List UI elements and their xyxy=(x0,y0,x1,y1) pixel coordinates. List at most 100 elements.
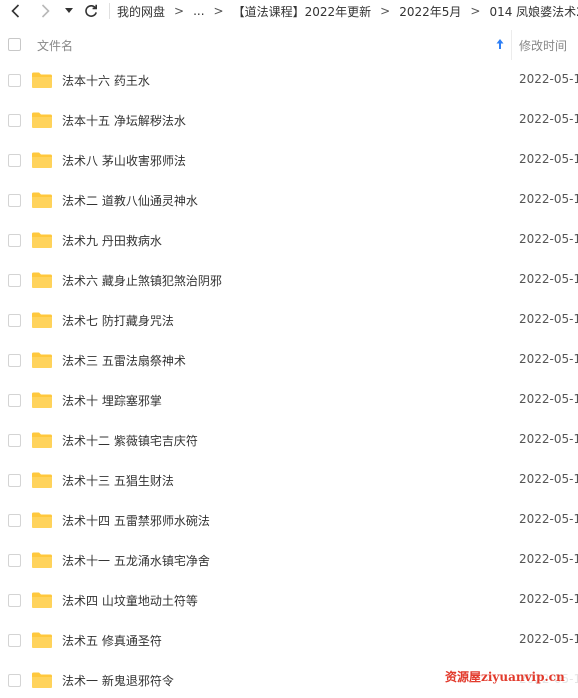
column-header-modified-time[interactable]: 修改时间 xyxy=(519,37,567,54)
folder-icon xyxy=(32,312,52,328)
row-checkbox[interactable] xyxy=(8,634,21,647)
breadcrumb-separator: > xyxy=(213,4,224,18)
file-name[interactable]: 法术十 埋踪塞邪掌 xyxy=(62,392,162,409)
back-button[interactable] xyxy=(6,0,24,22)
breadcrumb-item-ellipsis[interactable]: ... xyxy=(193,4,204,18)
file-name[interactable]: 法术十二 紫薇镇宅吉庆符 xyxy=(62,432,198,449)
file-row[interactable]: 法术十四 五雷禁邪师水碗法 2022-05-1 xyxy=(0,500,578,540)
file-row[interactable]: 法术六 藏身止煞镇犯煞治阴邪 2022-05-1 xyxy=(0,260,578,300)
row-checkbox[interactable] xyxy=(8,474,21,487)
caret-down-icon xyxy=(65,8,73,13)
file-modified-date: 2022-05-1 xyxy=(519,72,578,86)
row-checkbox[interactable] xyxy=(8,394,21,407)
file-modified-date: 2022-05-1 xyxy=(519,392,578,406)
row-checkbox[interactable] xyxy=(8,434,21,447)
folder-icon xyxy=(32,632,52,648)
file-name[interactable]: 法术五 修真通圣符 xyxy=(62,632,162,649)
file-name[interactable]: 法术七 防打藏身咒法 xyxy=(62,312,174,329)
file-name[interactable]: 法术八 茅山收害邪师法 xyxy=(62,152,186,169)
folder-icon xyxy=(32,152,52,168)
row-checkbox[interactable] xyxy=(8,194,21,207)
file-row[interactable]: 法本十六 药王水 2022-05-1 xyxy=(0,60,578,100)
file-name[interactable]: 法术六 藏身止煞镇犯煞治阴邪 xyxy=(62,272,222,289)
refresh-button[interactable] xyxy=(80,0,102,22)
refresh-icon xyxy=(85,4,97,17)
file-name[interactable]: 法术十一 五龙涌水镇宅净舍 xyxy=(62,552,210,569)
file-modified-date: 2022-05-1 xyxy=(519,632,578,646)
folder-icon xyxy=(32,112,52,128)
file-modified-date: 2022-05-1 xyxy=(519,512,578,526)
navigation-bar: 我的网盘 > ... > 【道法课程】2022年更新 > 2022年5月 > 0… xyxy=(0,0,578,22)
watermark: 资源屋ziyuanvip.cn xyxy=(443,666,578,688)
file-name[interactable]: 法术一 新鬼退邪符令 xyxy=(62,672,174,689)
folder-icon xyxy=(32,512,52,528)
row-checkbox[interactable] xyxy=(8,514,21,527)
file-modified-date: 2022-05-1 xyxy=(519,112,578,126)
breadcrumb-item-current[interactable]: 014 凤娘婆法术20 xyxy=(489,3,578,20)
breadcrumb: 我的网盘 > ... > 【道法课程】2022年更新 > 2022年5月 > 0… xyxy=(117,0,578,22)
file-row[interactable]: 法术十一 五龙涌水镇宅净舍 2022-05-1 xyxy=(0,540,578,580)
folder-icon xyxy=(32,272,52,288)
arrow-up-icon[interactable] xyxy=(495,38,505,50)
file-modified-date: 2022-05-1 xyxy=(519,272,578,286)
file-name[interactable]: 法术十三 五猖生财法 xyxy=(62,472,174,489)
file-name[interactable]: 法本十五 净坛解秽法水 xyxy=(62,112,186,129)
folder-icon xyxy=(32,392,52,408)
file-row[interactable]: 法术七 防打藏身咒法 2022-05-1 xyxy=(0,300,578,340)
file-name[interactable]: 法术三 五雷法扇祭神术 xyxy=(62,352,186,369)
history-dropdown-button[interactable] xyxy=(62,0,76,22)
file-row[interactable]: 法术八 茅山收害邪师法 2022-05-1 xyxy=(0,140,578,180)
folder-icon xyxy=(32,72,52,88)
file-name[interactable]: 法术二 道教八仙通灵神水 xyxy=(62,192,198,209)
folder-icon xyxy=(32,432,52,448)
file-name[interactable]: 法术四 山坟童地动土符等 xyxy=(62,592,198,609)
breadcrumb-item-root[interactable]: 我的网盘 xyxy=(117,3,165,20)
nav-separator xyxy=(109,3,110,19)
forward-button[interactable] xyxy=(36,0,54,22)
folder-icon xyxy=(32,552,52,568)
row-checkbox[interactable] xyxy=(8,74,21,87)
file-row[interactable]: 法术五 修真通圣符 2022-05-1 xyxy=(0,620,578,660)
file-row[interactable]: 法术四 山坟童地动土符等 2022-05-1 xyxy=(0,580,578,620)
file-row[interactable]: 法术十二 紫薇镇宅吉庆符 2022-05-1 xyxy=(0,420,578,460)
column-header-name[interactable]: 文件名 xyxy=(37,37,73,54)
file-name[interactable]: 法术九 丹田救病水 xyxy=(62,232,162,249)
file-row[interactable]: 法术十 埋踪塞邪掌 2022-05-1 xyxy=(0,380,578,420)
file-list-header: 文件名 修改时间 xyxy=(0,30,578,60)
file-modified-date: 2022-05-1 xyxy=(519,312,578,326)
row-checkbox[interactable] xyxy=(8,354,21,367)
row-checkbox[interactable] xyxy=(8,114,21,127)
file-modified-date: 2022-05-1 xyxy=(519,152,578,166)
row-checkbox[interactable] xyxy=(8,554,21,567)
file-list: 法本十六 药王水 2022-05-1 法本十五 净坛解秽法水 2022-05-1 法术八… xyxy=(0,60,578,698)
file-row[interactable]: 法术十三 五猖生财法 2022-05-1 xyxy=(0,460,578,500)
breadcrumb-separator: > xyxy=(174,4,185,18)
file-name[interactable]: 法本十六 药王水 xyxy=(62,72,150,89)
file-modified-date: 2022-05-1 xyxy=(519,432,578,446)
row-checkbox[interactable] xyxy=(8,154,21,167)
file-row[interactable]: 法本十五 净坛解秽法水 2022-05-1 xyxy=(0,100,578,140)
row-checkbox[interactable] xyxy=(8,234,21,247)
folder-icon xyxy=(32,472,52,488)
row-checkbox[interactable] xyxy=(8,674,21,687)
column-divider[interactable] xyxy=(511,30,512,60)
folder-icon xyxy=(32,192,52,208)
row-checkbox[interactable] xyxy=(8,594,21,607)
folder-icon xyxy=(32,352,52,368)
folder-icon xyxy=(32,232,52,248)
file-modified-date: 2022-05-1 xyxy=(519,352,578,366)
breadcrumb-item-course[interactable]: 【道法课程】2022年更新 xyxy=(233,3,372,20)
chevron-right-icon xyxy=(41,4,50,18)
chevron-left-icon xyxy=(10,4,19,18)
file-row[interactable]: 法术二 道教八仙通灵神水 2022-05-1 xyxy=(0,180,578,220)
file-name[interactable]: 法术十四 五雷禁邪师水碗法 xyxy=(62,512,210,529)
file-row[interactable]: 法术三 五雷法扇祭神术 2022-05-1 xyxy=(0,340,578,380)
file-modified-date: 2022-05-1 xyxy=(519,192,578,206)
row-checkbox[interactable] xyxy=(8,314,21,327)
breadcrumb-item-month[interactable]: 2022年5月 xyxy=(399,3,461,20)
folder-icon xyxy=(32,592,52,608)
file-row[interactable]: 法术九 丹田救病水 2022-05-1 xyxy=(0,220,578,260)
file-modified-date: 2022-05-1 xyxy=(519,552,578,566)
select-all-checkbox[interactable] xyxy=(8,38,21,51)
row-checkbox[interactable] xyxy=(8,274,21,287)
